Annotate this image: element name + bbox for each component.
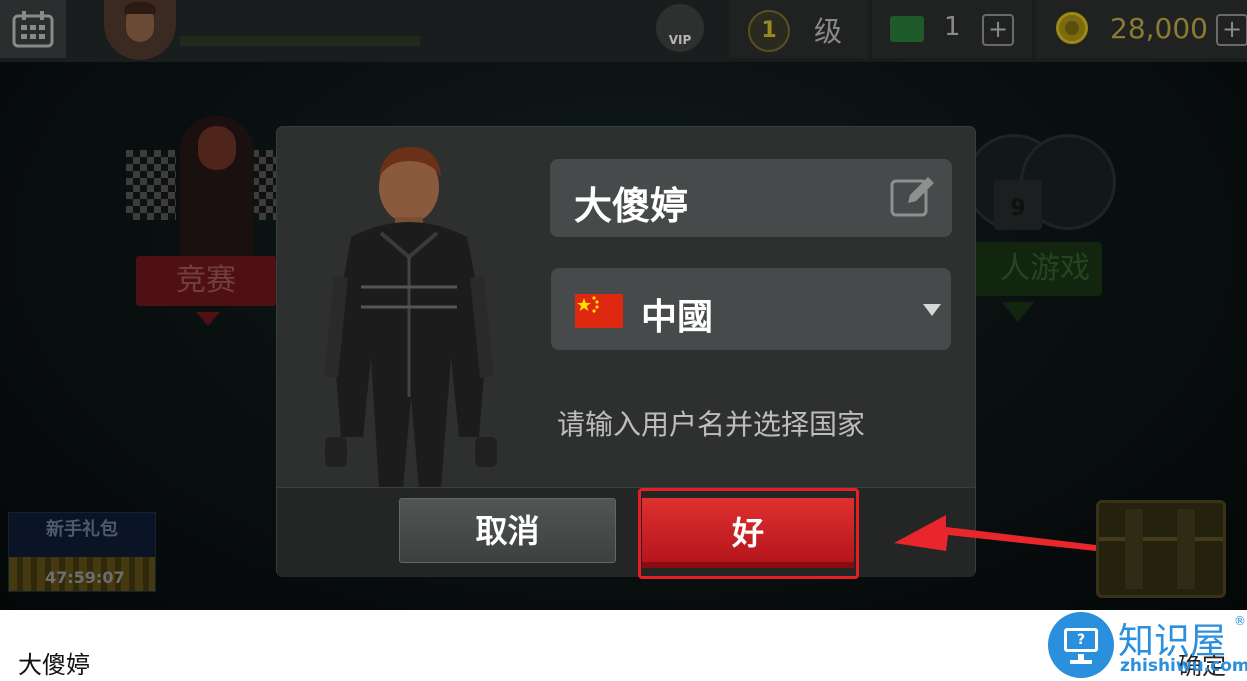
starter-pack-button[interactable]: 新手礼包 47:59:07 — [8, 512, 156, 592]
pointer-arrow-icon — [894, 515, 1096, 551]
ok-highlight-box — [638, 488, 859, 579]
add-tickets-button[interactable]: + — [982, 14, 1014, 46]
avatar-hair — [124, 2, 156, 14]
username-value: 大傻婷 — [574, 184, 689, 228]
starter-pack-title: 新手礼包 — [46, 519, 118, 540]
race-button[interactable]: 竞赛 — [136, 256, 276, 306]
add-coins-button[interactable]: + — [1216, 14, 1247, 46]
watermark-subtitle: zhishiwu.com — [1120, 656, 1247, 676]
calendar-icon — [12, 11, 54, 48]
country-select[interactable]: 中國 — [551, 268, 951, 350]
tickets-count: 1 — [944, 12, 961, 42]
edit-icon[interactable] — [890, 175, 936, 219]
dialog-footer — [277, 487, 975, 577]
multiplayer-label: 人游戏 — [1000, 251, 1090, 286]
racer-girl-image — [180, 116, 254, 266]
multiplayer-button[interactable]: 人游戏 — [966, 242, 1102, 296]
checkered-flag-icon — [126, 150, 176, 220]
helmet-icon — [1020, 134, 1116, 230]
china-flag-icon — [575, 294, 623, 328]
typed-text: 大傻婷 — [18, 651, 90, 679]
gold-bars-image — [9, 557, 155, 591]
race-menu-item[interactable]: 竞赛 — [126, 110, 288, 330]
vip-badge[interactable]: VIP — [656, 4, 704, 52]
top-bar: VIP 1 级 1 + 28,000 + — [0, 0, 1247, 62]
watermark-registered: ® — [1234, 614, 1246, 628]
coin-icon — [1056, 12, 1088, 44]
profile-dialog: 大傻婷 中國 请输入用户名并选择国家 取消 好 — [277, 127, 975, 579]
xp-progress-bar — [180, 36, 420, 46]
chest-icon[interactable] — [1096, 500, 1226, 598]
cancel-button[interactable]: 取消 — [399, 498, 616, 563]
multiplayer-pointer-icon — [1002, 302, 1034, 322]
level-label: 级 — [814, 15, 843, 48]
ticket-icon — [890, 16, 924, 42]
character-image — [324, 147, 497, 489]
race-pointer-icon — [196, 312, 220, 326]
monitor-base — [1070, 660, 1092, 664]
multiplayer-menu-item[interactable]: 9 人游戏 — [966, 130, 1116, 330]
country-value: 中國 — [641, 297, 714, 338]
watermark-logo: ? 知识屋 ® zhishiwu.com — [1048, 612, 1247, 680]
starter-pack-timer: 47:59:07 — [45, 568, 125, 587]
lock-icon: 9 — [994, 180, 1042, 230]
calendar-button[interactable] — [0, 0, 66, 58]
dialog-hint: 请输入用户名并选择国家 — [557, 408, 866, 441]
username-field[interactable]: 大傻婷 — [550, 159, 952, 237]
level-badge: 1 — [748, 10, 790, 52]
coins-count: 28,000 — [1110, 12, 1208, 45]
player-avatar[interactable] — [104, 0, 176, 60]
monitor-screen: ? — [1064, 628, 1098, 652]
helmet-icon — [966, 134, 1062, 230]
monitor-help-icon: ? — [1048, 612, 1114, 678]
dropdown-caret-icon — [923, 304, 941, 316]
